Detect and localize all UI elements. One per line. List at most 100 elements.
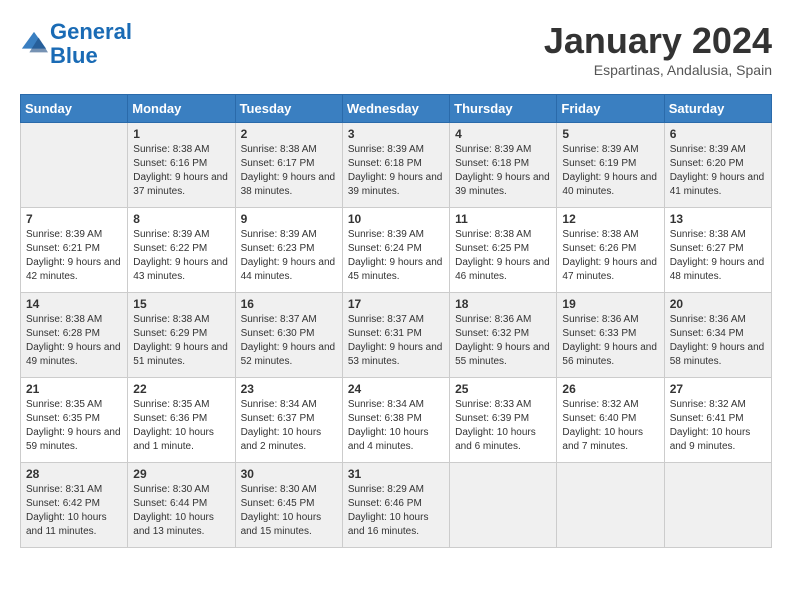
sunset-text: Sunset: 6:17 PM <box>241 157 337 171</box>
daylight-text: Daylight: 9 hours and 39 minutes. <box>455 171 551 199</box>
day-number: 26 <box>562 382 658 396</box>
day-number: 22 <box>133 382 229 396</box>
day-info: Sunrise: 8:34 AM Sunset: 6:37 PM Dayligh… <box>241 398 337 454</box>
calendar-cell: 20 Sunrise: 8:36 AM Sunset: 6:34 PM Dayl… <box>664 293 771 378</box>
sunset-text: Sunset: 6:39 PM <box>455 412 551 426</box>
daylight-text: Daylight: 9 hours and 44 minutes. <box>241 256 337 284</box>
calendar-cell: 1 Sunrise: 8:38 AM Sunset: 6:16 PM Dayli… <box>128 123 235 208</box>
day-number: 19 <box>562 297 658 311</box>
calendar-cell <box>664 463 771 548</box>
day-number: 2 <box>241 127 337 141</box>
day-info: Sunrise: 8:32 AM Sunset: 6:40 PM Dayligh… <box>562 398 658 454</box>
sunrise-text: Sunrise: 8:32 AM <box>562 398 658 412</box>
sunset-text: Sunset: 6:19 PM <box>562 157 658 171</box>
daylight-text: Daylight: 10 hours and 7 minutes. <box>562 426 658 454</box>
daylight-text: Daylight: 9 hours and 43 minutes. <box>133 256 229 284</box>
sunset-text: Sunset: 6:27 PM <box>670 242 766 256</box>
day-number: 20 <box>670 297 766 311</box>
logo: General Blue <box>20 20 132 68</box>
header-cell-friday: Friday <box>557 95 664 123</box>
sunset-text: Sunset: 6:26 PM <box>562 242 658 256</box>
sunrise-text: Sunrise: 8:38 AM <box>455 228 551 242</box>
day-info: Sunrise: 8:30 AM Sunset: 6:44 PM Dayligh… <box>133 483 229 539</box>
sunset-text: Sunset: 6:44 PM <box>133 497 229 511</box>
calendar-cell: 25 Sunrise: 8:33 AM Sunset: 6:39 PM Dayl… <box>450 378 557 463</box>
sunrise-text: Sunrise: 8:35 AM <box>26 398 122 412</box>
header-cell-wednesday: Wednesday <box>342 95 449 123</box>
sunset-text: Sunset: 6:42 PM <box>26 497 122 511</box>
calendar-cell: 19 Sunrise: 8:36 AM Sunset: 6:33 PM Dayl… <box>557 293 664 378</box>
daylight-text: Daylight: 10 hours and 1 minute. <box>133 426 229 454</box>
sunrise-text: Sunrise: 8:30 AM <box>133 483 229 497</box>
day-info: Sunrise: 8:39 AM Sunset: 6:19 PM Dayligh… <box>562 143 658 199</box>
calendar-row: 7 Sunrise: 8:39 AM Sunset: 6:21 PM Dayli… <box>21 208 772 293</box>
daylight-text: Daylight: 9 hours and 52 minutes. <box>241 341 337 369</box>
day-info: Sunrise: 8:32 AM Sunset: 6:41 PM Dayligh… <box>670 398 766 454</box>
day-info: Sunrise: 8:35 AM Sunset: 6:35 PM Dayligh… <box>26 398 122 454</box>
sunset-text: Sunset: 6:45 PM <box>241 497 337 511</box>
title-block: January 2024 Espartinas, Andalusia, Spai… <box>544 20 772 78</box>
day-info: Sunrise: 8:37 AM Sunset: 6:31 PM Dayligh… <box>348 313 444 369</box>
sunset-text: Sunset: 6:16 PM <box>133 157 229 171</box>
sunset-text: Sunset: 6:20 PM <box>670 157 766 171</box>
day-info: Sunrise: 8:39 AM Sunset: 6:21 PM Dayligh… <box>26 228 122 284</box>
daylight-text: Daylight: 9 hours and 42 minutes. <box>26 256 122 284</box>
sunrise-text: Sunrise: 8:38 AM <box>670 228 766 242</box>
daylight-text: Daylight: 9 hours and 39 minutes. <box>348 171 444 199</box>
calendar-cell: 15 Sunrise: 8:38 AM Sunset: 6:29 PM Dayl… <box>128 293 235 378</box>
calendar-cell: 16 Sunrise: 8:37 AM Sunset: 6:30 PM Dayl… <box>235 293 342 378</box>
sunset-text: Sunset: 6:36 PM <box>133 412 229 426</box>
sunset-text: Sunset: 6:24 PM <box>348 242 444 256</box>
calendar-cell: 8 Sunrise: 8:39 AM Sunset: 6:22 PM Dayli… <box>128 208 235 293</box>
sunset-text: Sunset: 6:41 PM <box>670 412 766 426</box>
day-number: 7 <box>26 212 122 226</box>
sunrise-text: Sunrise: 8:38 AM <box>133 143 229 157</box>
day-number: 28 <box>26 467 122 481</box>
day-info: Sunrise: 8:36 AM Sunset: 6:33 PM Dayligh… <box>562 313 658 369</box>
day-number: 1 <box>133 127 229 141</box>
daylight-text: Daylight: 10 hours and 11 minutes. <box>26 511 122 539</box>
calendar-cell: 12 Sunrise: 8:38 AM Sunset: 6:26 PM Dayl… <box>557 208 664 293</box>
day-number: 13 <box>670 212 766 226</box>
calendar-cell <box>450 463 557 548</box>
day-number: 17 <box>348 297 444 311</box>
calendar-cell: 21 Sunrise: 8:35 AM Sunset: 6:35 PM Dayl… <box>21 378 128 463</box>
sunset-text: Sunset: 6:28 PM <box>26 327 122 341</box>
daylight-text: Daylight: 10 hours and 9 minutes. <box>670 426 766 454</box>
day-info: Sunrise: 8:39 AM Sunset: 6:23 PM Dayligh… <box>241 228 337 284</box>
month-title: January 2024 <box>544 20 772 62</box>
calendar-cell: 22 Sunrise: 8:35 AM Sunset: 6:36 PM Dayl… <box>128 378 235 463</box>
sunrise-text: Sunrise: 8:36 AM <box>670 313 766 327</box>
day-info: Sunrise: 8:38 AM Sunset: 6:29 PM Dayligh… <box>133 313 229 369</box>
sunrise-text: Sunrise: 8:38 AM <box>26 313 122 327</box>
day-info: Sunrise: 8:34 AM Sunset: 6:38 PM Dayligh… <box>348 398 444 454</box>
calendar-cell: 27 Sunrise: 8:32 AM Sunset: 6:41 PM Dayl… <box>664 378 771 463</box>
sunset-text: Sunset: 6:34 PM <box>670 327 766 341</box>
calendar-row: 28 Sunrise: 8:31 AM Sunset: 6:42 PM Dayl… <box>21 463 772 548</box>
location-subtitle: Espartinas, Andalusia, Spain <box>544 62 772 78</box>
day-info: Sunrise: 8:38 AM Sunset: 6:17 PM Dayligh… <box>241 143 337 199</box>
day-number: 10 <box>348 212 444 226</box>
daylight-text: Daylight: 9 hours and 51 minutes. <box>133 341 229 369</box>
day-number: 6 <box>670 127 766 141</box>
day-info: Sunrise: 8:38 AM Sunset: 6:16 PM Dayligh… <box>133 143 229 199</box>
daylight-text: Daylight: 10 hours and 15 minutes. <box>241 511 337 539</box>
header-cell-monday: Monday <box>128 95 235 123</box>
calendar-cell: 23 Sunrise: 8:34 AM Sunset: 6:37 PM Dayl… <box>235 378 342 463</box>
sunrise-text: Sunrise: 8:34 AM <box>348 398 444 412</box>
sunrise-text: Sunrise: 8:34 AM <box>241 398 337 412</box>
day-number: 18 <box>455 297 551 311</box>
calendar-cell: 31 Sunrise: 8:29 AM Sunset: 6:46 PM Dayl… <box>342 463 449 548</box>
daylight-text: Daylight: 10 hours and 6 minutes. <box>455 426 551 454</box>
sunrise-text: Sunrise: 8:32 AM <box>670 398 766 412</box>
day-info: Sunrise: 8:36 AM Sunset: 6:34 PM Dayligh… <box>670 313 766 369</box>
sunrise-text: Sunrise: 8:38 AM <box>133 313 229 327</box>
calendar-row: 21 Sunrise: 8:35 AM Sunset: 6:35 PM Dayl… <box>21 378 772 463</box>
calendar-cell <box>21 123 128 208</box>
day-number: 27 <box>670 382 766 396</box>
calendar-cell: 13 Sunrise: 8:38 AM Sunset: 6:27 PM Dayl… <box>664 208 771 293</box>
day-number: 11 <box>455 212 551 226</box>
day-number: 9 <box>241 212 337 226</box>
day-number: 15 <box>133 297 229 311</box>
calendar-cell: 26 Sunrise: 8:32 AM Sunset: 6:40 PM Dayl… <box>557 378 664 463</box>
